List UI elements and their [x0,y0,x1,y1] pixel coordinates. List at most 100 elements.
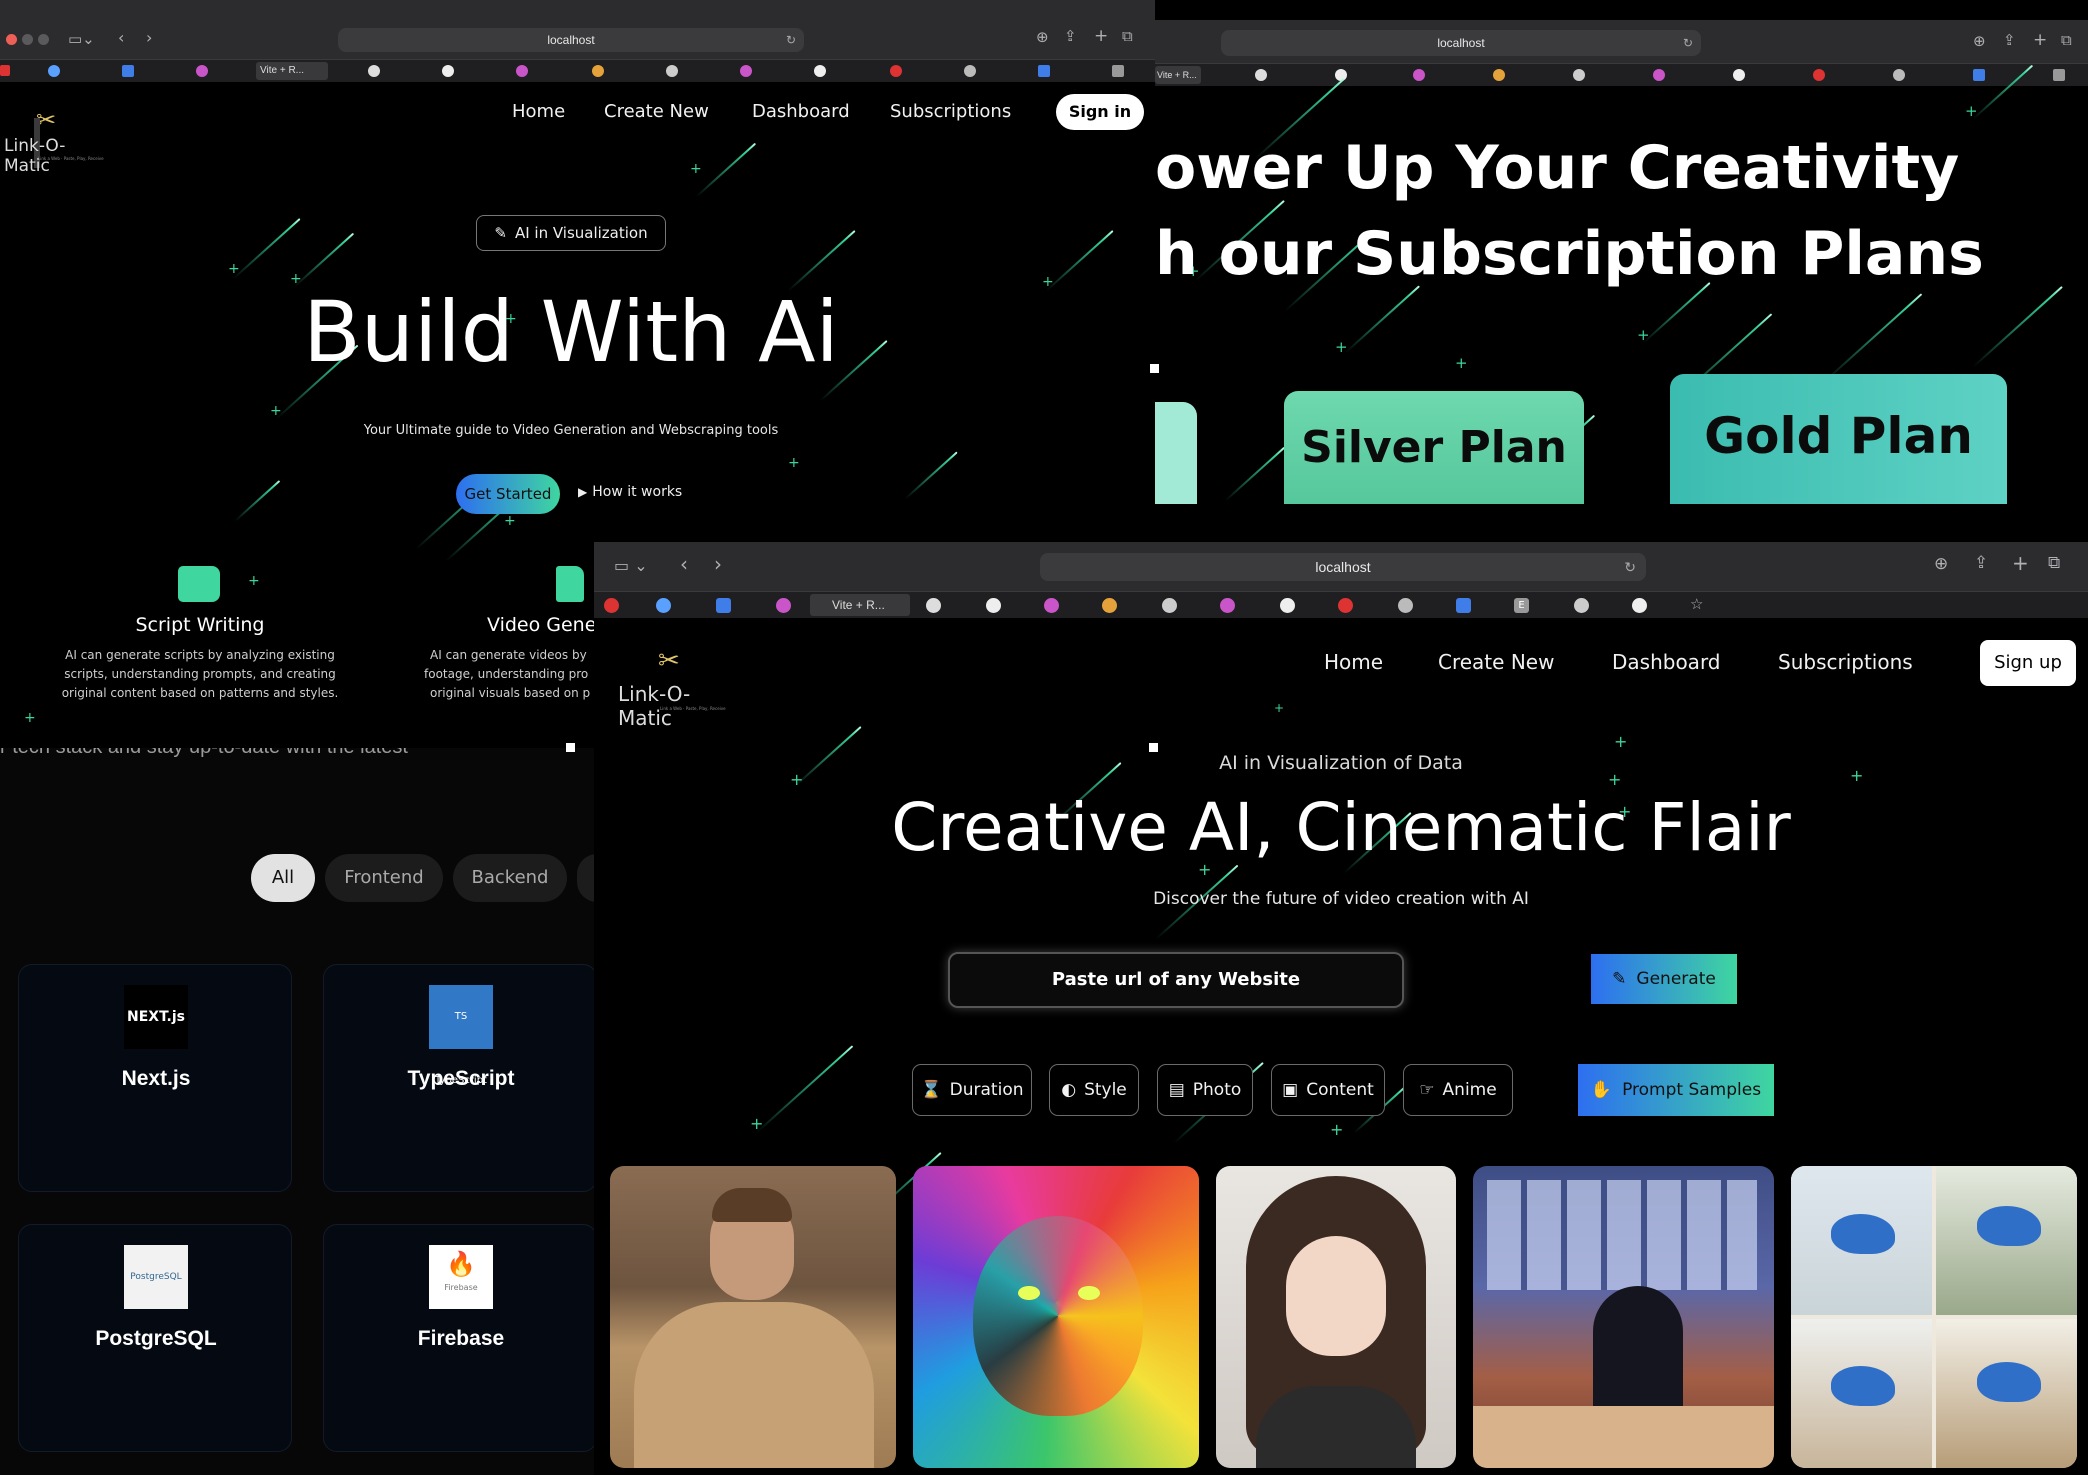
filter-all[interactable]: All [251,854,315,902]
new-tab-icon[interactable]: + [2033,30,2047,50]
sign-in-button[interactable]: Sign in [1056,94,1144,130]
logo[interactable]: ✂ Link-O-Matic Link a Web · Paste, Play,… [616,640,726,730]
tab-overview-icon[interactable]: ⧉ [1122,27,1133,45]
tab-favicon[interactable] [1413,69,1425,81]
downloads-icon[interactable]: ⊕ [1934,554,1948,574]
tab-favicon[interactable] [1574,598,1589,613]
how-it-works-button[interactable]: ▶ How it works [578,484,682,500]
tab-favicon[interactable] [1813,69,1825,81]
tab-favicon[interactable] [1255,69,1267,81]
tab-favicon[interactable] [1162,598,1177,613]
tab-favicon[interactable] [1733,69,1745,81]
tab-favicon[interactable] [740,65,752,77]
tab-favicon[interactable] [890,65,902,77]
tab-favicon[interactable] [442,65,454,77]
reload-icon[interactable]: ↻ [1624,553,1636,581]
filter-more[interactable] [577,854,594,902]
address-bar[interactable]: localhost ↻ [1221,30,1701,56]
reload-icon[interactable]: ↻ [1683,30,1693,56]
tab-favicon[interactable] [656,598,671,613]
tab-favicon[interactable] [592,65,604,77]
gallery-man-in-hoodie[interactable] [610,1166,896,1468]
share-icon[interactable]: ⇪ [1064,27,1077,45]
tab-favicon[interactable] [964,65,976,77]
tab-favicon[interactable] [1493,69,1505,81]
url-input[interactable]: Paste url of any Website [948,952,1404,1008]
tab-favicon[interactable] [814,65,826,77]
tab-favicon[interactable] [1573,69,1585,81]
tab-favicon[interactable] [0,65,10,76]
tab-favicon[interactable] [666,65,678,77]
filter-backend[interactable]: Backend [453,854,567,902]
nav-home[interactable]: Home [1324,650,1383,674]
tab-favicon[interactable] [1220,598,1235,613]
tab-favicon[interactable] [1038,65,1050,77]
tab-favicon[interactable] [122,65,134,77]
address-bar[interactable]: localhost ↻ [338,28,804,52]
tab-favicon[interactable] [926,598,941,613]
gallery-anime-girl[interactable] [1216,1166,1456,1468]
tab-favicon[interactable] [716,598,731,613]
silver-plan-card[interactable]: Silver Plan [1284,391,1584,504]
tab-favicon[interactable] [1632,598,1647,613]
sidebar-toggle-icon[interactable]: ▭⌄ [68,30,95,48]
filter-frontend[interactable]: Frontend [325,854,443,902]
new-tab-icon[interactable]: + [2012,551,2029,575]
tab-favicon[interactable] [776,598,791,613]
tab-e-favicon[interactable]: E [1514,598,1529,613]
tab-favicon[interactable] [196,65,208,77]
nav-create-new[interactable]: Create New [1438,650,1554,674]
share-icon[interactable]: ⇪ [2003,31,2016,49]
nav-subscriptions[interactable]: Subscriptions [890,101,1011,122]
sidebar-toggle-icon[interactable]: ▭ ⌄ [614,556,648,575]
reload-icon[interactable]: ↻ [786,28,796,52]
tab-favicon[interactable] [1973,69,1985,81]
tab-vite-react[interactable]: Vite + R... [256,62,328,80]
tab-favicon[interactable] [1102,598,1117,613]
nav-dashboard[interactable]: Dashboard [752,101,850,122]
forward-icon[interactable]: › [146,28,152,47]
tab-favicon[interactable] [1338,598,1353,613]
zoom-window-button[interactable] [38,34,49,45]
tab-vite-react[interactable]: Vite + R... [1155,66,1201,84]
nav-subscriptions[interactable]: Subscriptions [1778,650,1913,674]
tab-favicon[interactable] [516,65,528,77]
downloads-icon[interactable]: ⊕ [1973,32,1986,50]
plan-card-partial[interactable] [1155,402,1197,504]
tech-card-postgresql[interactable]: PostgreSQL PostgreSQL [18,1224,292,1452]
tab-favicon[interactable] [368,65,380,77]
chip-anime[interactable]: ☞ Anime [1403,1064,1513,1116]
back-icon[interactable]: ‹ [118,28,124,47]
tab-favicon[interactable] [1044,598,1059,613]
logo[interactable]: ✂ Link-O-Matic Link a Web · Paste, Play,… [2,100,110,176]
chip-content[interactable]: ▣ Content [1271,1064,1385,1116]
tab-favicon[interactable] [1112,65,1124,77]
tab-vite-react[interactable]: Vite + R... [810,594,910,616]
tab-favicon[interactable] [1893,69,1905,81]
generate-button[interactable]: ✎ Generate [1591,954,1737,1004]
nav-home[interactable]: Home [512,101,565,122]
chip-style[interactable]: ◐ Style [1049,1064,1139,1116]
tab-favicon[interactable] [604,598,619,613]
tab-favicon[interactable] [1456,598,1471,613]
close-window-button[interactable] [6,34,17,45]
tech-card-typescript[interactable]: TS TypeScript TypeScript [323,964,594,1192]
tab-favicon[interactable] [1280,598,1295,613]
tab-favicon[interactable] [48,65,60,77]
tab-favicon[interactable] [986,598,1001,613]
gallery-anime-studio[interactable] [1473,1166,1774,1468]
tab-favicon[interactable] [1398,598,1413,613]
nav-dashboard[interactable]: Dashboard [1612,650,1721,674]
tab-favicon[interactable] [2053,69,2065,81]
tab-overview-icon[interactable]: ⧉ [2061,31,2072,49]
gallery-colorful-tiger[interactable] [913,1166,1199,1468]
chip-duration[interactable]: ⌛ Duration [912,1064,1032,1116]
tech-card-nextjs[interactable]: NEXT.js Next.js [18,964,292,1192]
forward-icon[interactable]: › [714,552,722,576]
back-icon[interactable]: ‹ [680,552,688,576]
nav-create-new[interactable]: Create New [604,101,709,122]
prompt-samples-button[interactable]: ✋ Prompt Samples [1578,1064,1774,1116]
sign-up-button[interactable]: Sign up [1980,640,2076,686]
tab-overview-icon[interactable]: ⧉ [2048,553,2060,573]
gold-plan-card[interactable]: Gold Plan [1670,374,2007,504]
